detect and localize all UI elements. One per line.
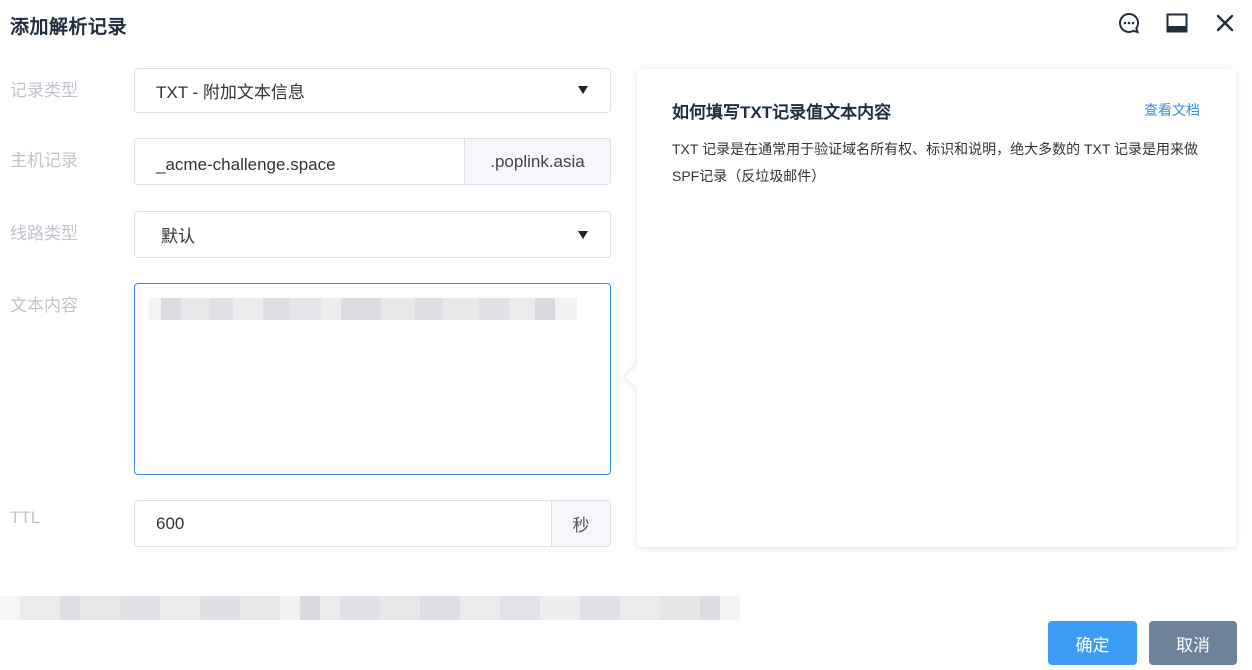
- record-type-value: TXT - 附加文本信息: [156, 83, 305, 102]
- redacted-footer-text: [0, 596, 760, 620]
- help-title: 如何填写TXT记录值文本内容: [672, 103, 892, 122]
- ttl-label: TTL: [10, 508, 41, 527]
- view-docs-link[interactable]: 查看文档: [1144, 100, 1200, 120]
- record-type-select[interactable]: TXT - 附加文本信息: [134, 68, 611, 113]
- help-panel: 如何填写TXT记录值文本内容 查看文档 TXT 记录是在通常用于验证域名所有权、…: [625, 69, 1236, 547]
- window-controls: [1116, 10, 1238, 36]
- host-record-field: _acme-challenge.space .poplink.asia: [134, 138, 611, 185]
- help-body: TXT 记录是在通常用于验证域名所有权、标识和说明，绝大多数的 TXT 记录是用…: [672, 141, 1199, 184]
- close-icon[interactable]: [1212, 10, 1238, 36]
- chevron-down-icon: [578, 231, 588, 239]
- domain-suffix: .poplink.asia: [464, 139, 610, 184]
- ttl-field: 600 秒: [134, 500, 611, 547]
- line-type-value: 默认: [161, 227, 195, 246]
- host-record-label: 主机记录: [10, 151, 78, 170]
- chevron-down-icon: [578, 86, 588, 94]
- text-content-label: 文本内容: [10, 296, 78, 315]
- dialog-title: 添加解析记录: [10, 17, 128, 38]
- ttl-unit: 秒: [551, 501, 610, 546]
- minimize-icon[interactable]: [1164, 10, 1190, 36]
- feedback-icon[interactable]: [1116, 10, 1142, 36]
- line-type-label: 线路类型: [10, 224, 78, 243]
- line-type-select[interactable]: 默认: [134, 211, 611, 258]
- cancel-button[interactable]: 取消: [1149, 621, 1237, 665]
- record-type-label: 记录类型: [10, 81, 78, 100]
- help-pointer: [625, 365, 649, 389]
- redacted-text: [149, 298, 581, 320]
- host-record-input[interactable]: _acme-challenge.space: [135, 139, 464, 184]
- ttl-input[interactable]: 600: [135, 501, 551, 546]
- confirm-button[interactable]: 确定: [1048, 621, 1137, 665]
- text-content-textarea[interactable]: [134, 283, 611, 475]
